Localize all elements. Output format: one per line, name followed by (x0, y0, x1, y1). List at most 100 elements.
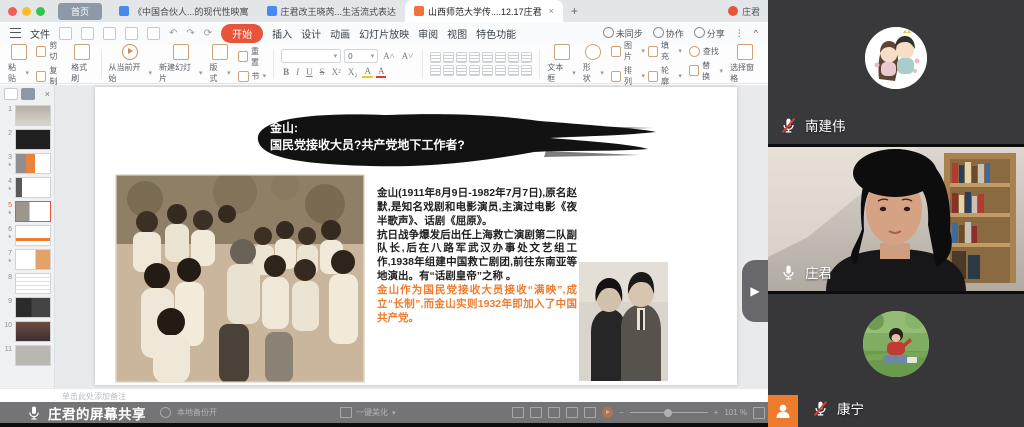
text-direction-icon[interactable] (495, 52, 506, 63)
tab-ppt-active[interactable]: 山西师范大学传....12.17庄君 × (405, 0, 563, 22)
columns-icon[interactable] (508, 52, 519, 63)
hamburger-icon[interactable] (10, 28, 21, 38)
format-painter-button[interactable]: 格式刷 (71, 44, 93, 84)
textbox-button[interactable]: 文本框▾ (547, 44, 576, 84)
slide-sorter-icon[interactable] (530, 407, 542, 418)
video-panel-collapse-handle[interactable]: ▶ (742, 260, 768, 322)
menu-design[interactable]: 设计 (301, 26, 321, 41)
zoom-slider[interactable] (630, 412, 708, 413)
participant-tile[interactable]: 南建伟 (768, 0, 1024, 144)
window-close-icon[interactable] (8, 7, 17, 16)
menu-view[interactable]: 视图 (447, 26, 467, 41)
undo-icon[interactable]: ↶ (169, 28, 177, 39)
increase-font-icon[interactable]: A˄ (381, 51, 397, 61)
group-photo[interactable] (115, 174, 365, 383)
italic-button[interactable]: I (294, 67, 301, 77)
handout-icon[interactable] (584, 407, 596, 418)
copy-button[interactable]: 复制 (36, 65, 64, 87)
close-panel-icon[interactable]: × (45, 89, 50, 99)
zoom-level[interactable]: 101 % (724, 408, 747, 417)
subscript-button[interactable]: X₂ (346, 67, 360, 77)
tab-doc2[interactable]: 庄君改王晓芮...生活流式表达 (258, 0, 406, 22)
shapes-button[interactable]: 形状▾ (583, 44, 604, 84)
align-left-icon[interactable] (430, 65, 441, 76)
account-area[interactable]: 庄君 (728, 5, 760, 18)
beautify-button[interactable]: 一键美化 ▾ (340, 402, 396, 423)
current-slide[interactable]: 金山: 国民党接收大员?共产党地下工作者? (95, 87, 737, 385)
align-bottom-icon[interactable] (521, 65, 532, 76)
sync-status[interactable]: 未同步 (603, 27, 643, 40)
participant-tile-video[interactable]: 庄君 (768, 147, 1024, 291)
section-button[interactable]: 节▾ (238, 71, 267, 82)
couple-photo[interactable] (579, 262, 668, 381)
selection-pane-button[interactable]: 选择窗格 (730, 44, 760, 84)
tab-doc1[interactable]: 《中国合伙人...的现代性映寓 (110, 0, 258, 22)
increase-indent-icon[interactable] (469, 52, 480, 63)
superscript-button[interactable]: X² (330, 67, 343, 77)
underline-button[interactable]: U (304, 67, 315, 77)
zoom-slider-knob[interactable] (664, 409, 672, 417)
notes-toggle-icon[interactable] (566, 407, 578, 418)
slide-thumbnail[interactable]: 6★ (0, 223, 54, 247)
slide-thumbnail[interactable]: 4★ (0, 175, 54, 199)
fill-button[interactable]: 填充▾ (648, 40, 682, 62)
tab-home[interactable]: 首页 (58, 3, 102, 20)
repeat-icon[interactable]: ⟳ (204, 28, 212, 39)
menu-slideshow[interactable]: 幻灯片放映 (359, 26, 409, 41)
window-minimize-icon[interactable] (22, 7, 31, 16)
strikethrough-button[interactable]: S (318, 67, 327, 77)
zoom-out-button[interactable]: − (619, 408, 624, 417)
numbered-list-icon[interactable] (443, 52, 454, 63)
new-slide-button[interactable]: 新建幻灯片▾ (159, 44, 203, 84)
reading-view-icon[interactable] (548, 407, 560, 418)
participant-tile[interactable]: 康宁 (768, 294, 1024, 427)
menu-home-tab[interactable]: 开始 (221, 24, 263, 43)
highlight-color-button[interactable]: A (362, 66, 373, 78)
thumbnail-view-toggle[interactable] (21, 88, 35, 100)
collaborate-button[interactable]: 协作 (653, 27, 684, 40)
slide-thumbnail[interactable]: 3★ (0, 151, 54, 175)
outline-view-toggle[interactable] (4, 88, 18, 100)
share-button[interactable]: 分享 (694, 27, 725, 40)
decrease-font-icon[interactable]: A˅ (400, 51, 416, 61)
replace-button[interactable]: 替换▾ (689, 60, 723, 82)
font-family-select[interactable]: ▾ (281, 49, 341, 63)
more-icon[interactable]: ⋮ (735, 28, 744, 39)
collapse-ribbon-icon[interactable]: ^ (754, 28, 758, 38)
start-from-current-button[interactable]: 从当前开始▾ (109, 44, 153, 84)
fit-to-window-icon[interactable] (753, 407, 765, 419)
new-file-icon[interactable] (59, 27, 72, 40)
slide-thumbnail-selected[interactable]: 5★ (0, 199, 54, 223)
slide-thumbnail[interactable]: 10 (0, 319, 54, 343)
paragraph-more-icon[interactable] (521, 52, 532, 63)
slide-thumbnail[interactable]: 9 (0, 295, 54, 319)
print-icon[interactable] (125, 27, 138, 40)
align-middle-icon[interactable] (508, 65, 519, 76)
find-button[interactable]: 查找 (689, 46, 723, 57)
tab-close-icon[interactable]: × (549, 6, 554, 16)
align-top-icon[interactable] (495, 65, 506, 76)
menu-insert[interactable]: 插入 (272, 26, 292, 41)
slide-thumbnail[interactable]: 1 (0, 103, 54, 127)
notes-area[interactable]: 单击此处添加备注 (0, 388, 768, 402)
open-file-icon[interactable] (81, 27, 94, 40)
zoom-in-button[interactable]: + (714, 408, 719, 417)
slide-body-text[interactable]: 金山(1911年8月9日-1982年7月7日),原名赵默,是知名戏剧和电影演员,… (377, 187, 577, 326)
font-size-select[interactable]: 0▾ (344, 49, 378, 63)
outline-button[interactable]: 轮廓▾ (648, 65, 682, 87)
align-right-icon[interactable] (456, 65, 467, 76)
save-icon[interactable] (103, 27, 116, 40)
menu-file[interactable]: 文件 (30, 26, 50, 41)
justify-icon[interactable] (469, 65, 480, 76)
line-spacing-icon[interactable] (482, 52, 493, 63)
slide-title-block[interactable]: 金山: 国民党接收大员?共产党地下工作者? (248, 111, 660, 169)
bullet-list-icon[interactable] (430, 52, 441, 63)
reset-button[interactable]: 重置 (238, 46, 267, 68)
bold-button[interactable]: B (281, 67, 291, 77)
align-center-icon[interactable] (443, 65, 454, 76)
redo-icon[interactable]: ↷ (186, 28, 194, 39)
menu-animation[interactable]: 动画 (330, 26, 350, 41)
font-color-button[interactable]: A (376, 66, 387, 78)
local-backup-status[interactable]: 本地备份开 (160, 402, 217, 423)
new-tab-button[interactable]: + (563, 4, 586, 18)
